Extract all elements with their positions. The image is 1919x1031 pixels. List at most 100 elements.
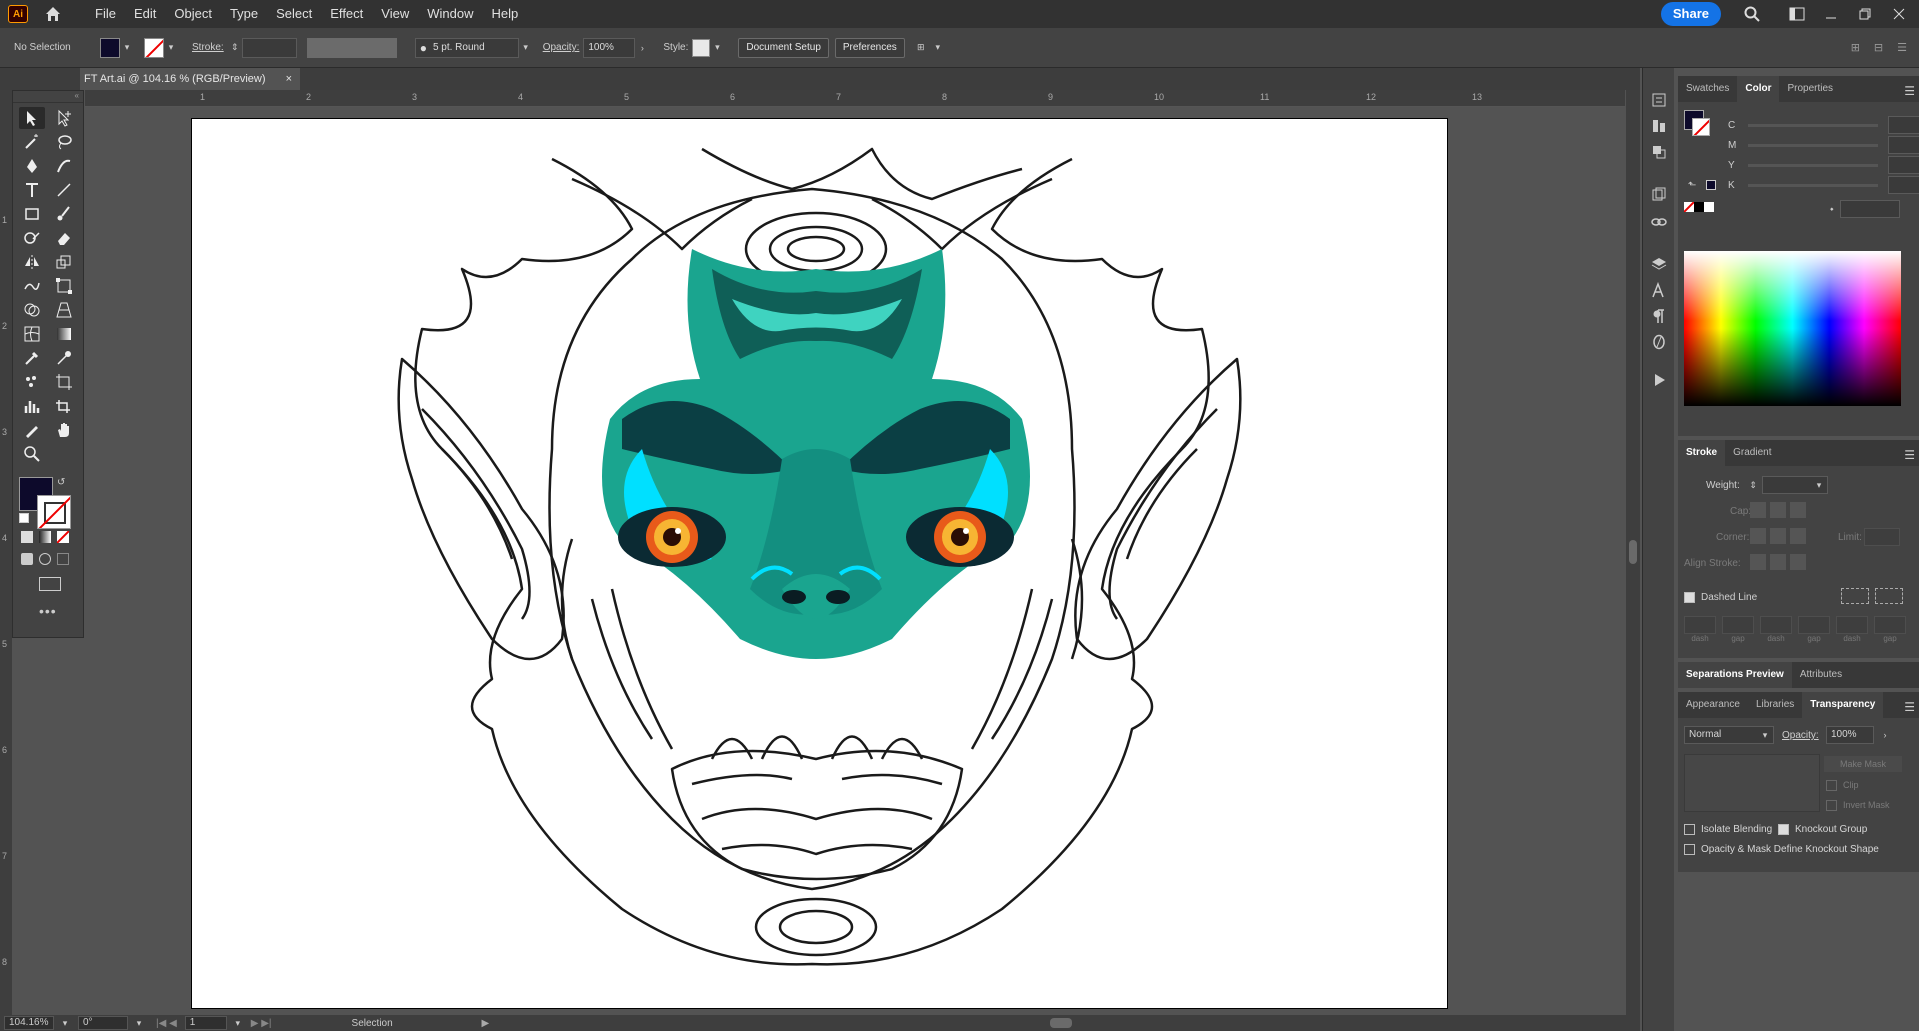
- tab-transparency[interactable]: Transparency: [1802, 692, 1884, 718]
- toolbar-stroke-swatch[interactable]: [37, 495, 71, 529]
- panel-menu-icon[interactable]: ☰: [1904, 84, 1915, 98]
- tab-swatches[interactable]: Swatches: [1678, 76, 1737, 102]
- panel-grid-icon[interactable]: ⊞: [1851, 41, 1860, 54]
- channel-value-field[interactable]: [1888, 116, 1919, 134]
- artboard-number-field[interactable]: 1: [184, 1016, 227, 1030]
- dashed-line-checkbox[interactable]: [1684, 592, 1695, 603]
- edit-toolbar-icon[interactable]: •••: [39, 603, 57, 619]
- tab-appearance[interactable]: Appearance: [1678, 692, 1748, 718]
- current-tool-status[interactable]: Selection: [352, 1018, 482, 1029]
- projecting-cap-icon[interactable]: [1790, 502, 1806, 518]
- links-panel-icon[interactable]: [1649, 212, 1669, 232]
- variable-width-profile[interactable]: [306, 37, 397, 58]
- stroke-weight-field[interactable]: [241, 37, 297, 58]
- horizontal-ruler[interactable]: 1 2 3 4 5 6 7 8 9 10 11 12 13: [85, 90, 1625, 107]
- chevron-down-icon[interactable]: ▾: [1758, 728, 1772, 742]
- perspective-grid-tool-icon[interactable]: [51, 299, 77, 321]
- gradient-mode-icon[interactable]: [39, 531, 51, 543]
- reflect-tool-icon[interactable]: [19, 251, 45, 273]
- clip-option[interactable]: Clip: [1826, 780, 1859, 792]
- document-setup-button[interactable]: Document Setup: [738, 37, 829, 58]
- align-inside-icon[interactable]: [1770, 554, 1786, 570]
- vertical-scrollbar[interactable]: [1626, 90, 1640, 1015]
- tab-gradient[interactable]: Gradient: [1725, 440, 1779, 466]
- knockout-group-checkbox[interactable]: [1778, 824, 1789, 835]
- define-knockout-checkbox[interactable]: [1684, 844, 1695, 855]
- dash-input[interactable]: [1836, 616, 1868, 634]
- zoom-tool-icon[interactable]: [19, 443, 45, 465]
- stroke-label[interactable]: Stroke:: [192, 42, 224, 53]
- artboards-panel-icon[interactable]: [1649, 184, 1669, 204]
- artboard-tool-icon[interactable]: [51, 371, 77, 393]
- default-fill-stroke-icon[interactable]: [19, 513, 29, 523]
- menu-object[interactable]: Object: [165, 0, 221, 28]
- pen-tool-icon[interactable]: [19, 155, 45, 177]
- menu-effect[interactable]: Effect: [321, 0, 372, 28]
- isolate-blending-option[interactable]: Isolate Blending: [1684, 824, 1772, 835]
- butt-cap-icon[interactable]: [1750, 502, 1766, 518]
- align-icon[interactable]: ⊟: [1874, 41, 1883, 54]
- tab-properties[interactable]: Properties: [1779, 76, 1841, 102]
- document-tab[interactable]: FT Art.ai @ 104.16 % (RGB/Preview) ×: [80, 68, 300, 90]
- artboard[interactable]: [192, 119, 1447, 1008]
- close-tab-icon[interactable]: ×: [286, 73, 292, 85]
- paragraph-panel-icon[interactable]: [1649, 306, 1669, 326]
- transparency-opacity-label[interactable]: Opacity:: [1782, 730, 1819, 741]
- vertical-ruler[interactable]: 1 2 3 4 5 6 7 8: [0, 90, 12, 1015]
- gap-input[interactable]: [1798, 616, 1830, 634]
- round-cap-icon[interactable]: [1770, 502, 1786, 518]
- channel-slider[interactable]: [1748, 183, 1878, 187]
- make-mask-button[interactable]: Make Mask: [1824, 756, 1902, 772]
- demon-face-illustration[interactable]: [192, 119, 1447, 1008]
- home-icon[interactable]: [42, 3, 64, 25]
- gap-input[interactable]: [1874, 616, 1906, 634]
- isolate-blending-checkbox[interactable]: [1684, 824, 1695, 835]
- dashed-line-option[interactable]: Dashed Line: [1684, 592, 1757, 603]
- menu-help[interactable]: Help: [482, 0, 527, 28]
- chevron-down-icon[interactable]: ▾: [164, 41, 178, 55]
- warp-tool-icon[interactable]: [19, 275, 45, 297]
- chevron-down-icon[interactable]: ▾: [132, 1016, 146, 1030]
- eyedropper-tool-icon[interactable]: [19, 347, 45, 369]
- graphic-style-swatch[interactable]: [692, 38, 711, 57]
- rotation-field[interactable]: 0°: [78, 1016, 128, 1030]
- scale-tool-icon[interactable]: [51, 251, 77, 273]
- color-mode-icon[interactable]: [21, 531, 33, 543]
- channel-slider[interactable]: [1748, 143, 1878, 147]
- brush-definition[interactable]: ● 5 pt. Round: [414, 37, 519, 58]
- menu-edit[interactable]: Edit: [125, 0, 165, 28]
- zoom-field[interactable]: 104.16%: [4, 1016, 54, 1030]
- curvature-tool-icon[interactable]: [51, 155, 77, 177]
- draw-behind-icon[interactable]: [39, 553, 51, 565]
- channel-value-field[interactable]: [1888, 176, 1919, 194]
- character-panel-icon[interactable]: [1649, 280, 1669, 300]
- search-icon[interactable]: [1742, 4, 1762, 24]
- line-segment-tool-icon[interactable]: [51, 179, 77, 201]
- stroke-swatch[interactable]: [144, 37, 164, 58]
- draw-normal-icon[interactable]: [21, 553, 33, 565]
- restore-icon[interactable]: [1855, 4, 1875, 24]
- chevron-down-icon[interactable]: ▾: [120, 41, 134, 55]
- opacity-label[interactable]: Opacity:: [543, 42, 580, 53]
- bevel-join-icon[interactable]: [1790, 528, 1806, 544]
- share-button[interactable]: Share: [1660, 2, 1721, 26]
- selection-tool-icon[interactable]: [19, 107, 45, 129]
- menu-file[interactable]: File: [86, 0, 125, 28]
- chevron-down-icon[interactable]: ▾: [58, 1016, 72, 1030]
- rectangle-tool-icon[interactable]: [19, 203, 45, 225]
- none-color-icon[interactable]: [1684, 202, 1694, 212]
- chevron-down-icon[interactable]: ▾: [1812, 478, 1826, 492]
- first-artboard-icon[interactable]: |◀ ◀: [156, 1018, 177, 1029]
- channel-slider[interactable]: [1748, 123, 1878, 127]
- gradient-tool-icon[interactable]: [51, 323, 77, 345]
- arrange-documents-icon[interactable]: ⊞: [911, 41, 931, 55]
- paintbrush-tool-icon[interactable]: [51, 203, 77, 225]
- pencil-tool-icon[interactable]: [19, 419, 45, 441]
- menu-type[interactable]: Type: [221, 0, 267, 28]
- status-menu-arrow-icon[interactable]: ▶: [482, 1018, 490, 1029]
- panel-menu-icon[interactable]: ☰: [1897, 41, 1907, 54]
- menu-window[interactable]: Window: [418, 0, 482, 28]
- panel-menu-icon[interactable]: ☰: [1904, 448, 1915, 462]
- closest-color-icon[interactable]: [1706, 180, 1716, 190]
- layers-panel-icon[interactable]: [1649, 254, 1669, 274]
